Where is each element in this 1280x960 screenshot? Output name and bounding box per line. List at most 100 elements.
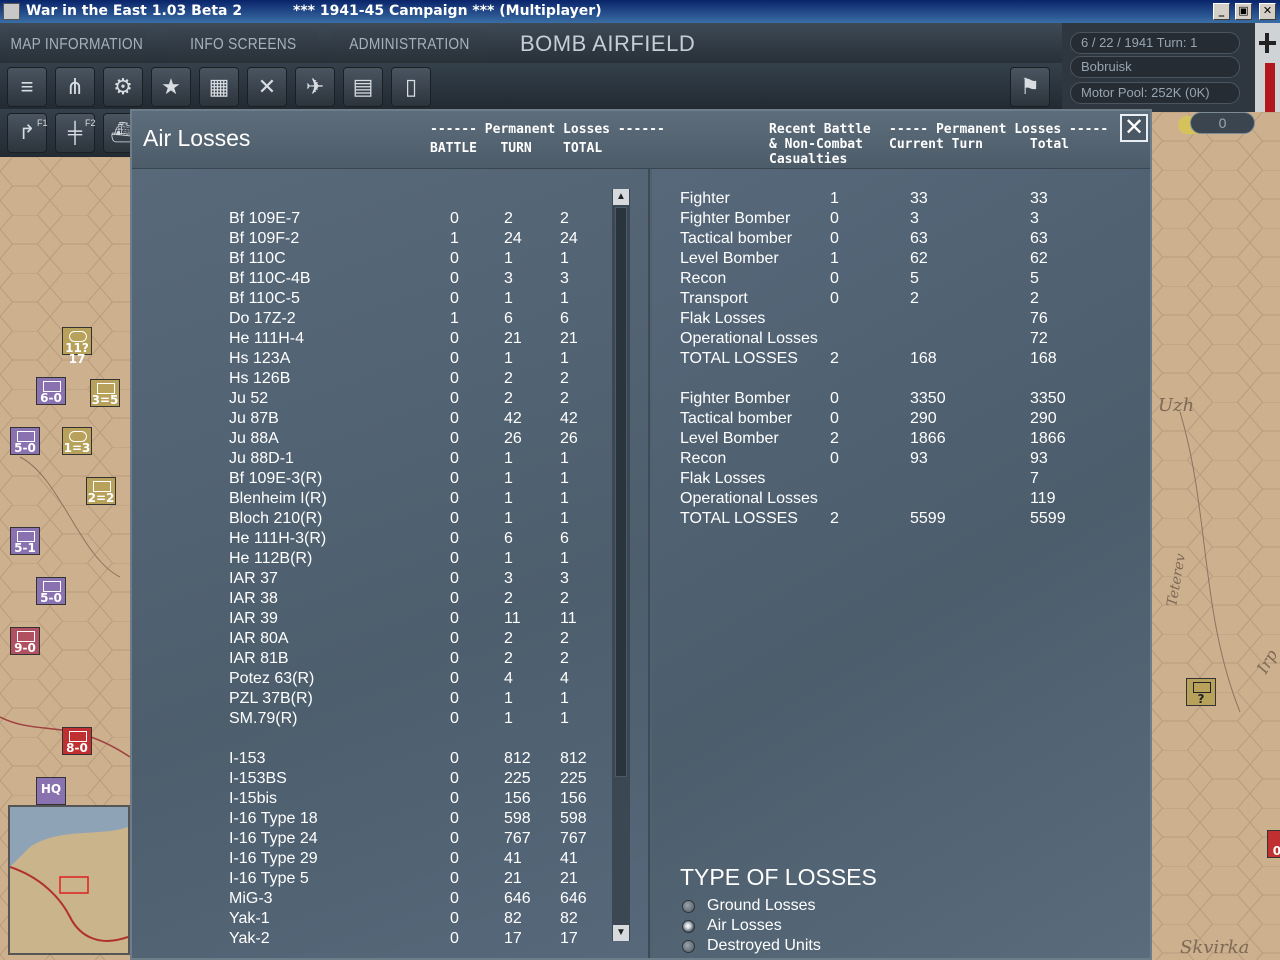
map-unit[interactable]: HQ: [36, 777, 66, 805]
cell-battle: 0: [830, 270, 839, 287]
cell-name: Bloch 210(R): [229, 510, 323, 527]
cell-total: 24: [560, 230, 578, 247]
ground-attack-icon[interactable]: ✕: [247, 67, 287, 107]
cell-name: Ju 88A: [229, 430, 279, 447]
cell-turn: 290: [910, 410, 937, 427]
map-unit[interactable]: 9-0: [10, 627, 40, 655]
cell-total: 1: [560, 250, 569, 267]
map-unit[interactable]: 6-0: [36, 377, 66, 405]
scroll-thumb[interactable]: [615, 207, 627, 777]
map-left[interactable]: 11?17 6-0 3=5 5-0 1=3 2=2 5-1 5-0 9-0 8-…: [0, 157, 130, 960]
aircraft-list-icon[interactable]: ≡: [7, 67, 47, 107]
unit-strength-label: HQ: [40, 782, 62, 796]
cell-turn: 62: [910, 250, 928, 267]
cell-battle: 0: [450, 570, 459, 587]
dialog-close-button[interactable]: ✕: [1120, 114, 1148, 142]
cell-total: 646: [560, 890, 587, 907]
cell-turn: 5599: [910, 510, 946, 527]
action-mode-title: BOMB AIRFIELD: [520, 31, 696, 56]
cell-total: 1: [560, 710, 569, 727]
scrollbar[interactable]: ▲ ▼: [612, 189, 630, 941]
unit-strength-label: 8-0: [66, 741, 88, 755]
scroll-up-button[interactable]: ▲: [613, 189, 629, 205]
cell-total: 3: [560, 570, 569, 587]
report-icon[interactable]: ▤: [343, 67, 383, 107]
window-close-button[interactable]: ✕: [1259, 3, 1276, 20]
cell-total: 4: [560, 670, 569, 687]
cell-turn: 24: [504, 230, 522, 247]
star-icon[interactable]: ★: [151, 67, 191, 107]
radio-button[interactable]: [682, 920, 695, 933]
unit-strength-label: 5-0: [40, 591, 62, 605]
cell-name: Level Bomber: [680, 430, 779, 447]
tab-info-screens[interactable]: INFO SCREENS: [168, 28, 319, 61]
cell-battle: 0: [450, 270, 459, 287]
map-unit[interactable]: 0=: [1267, 830, 1280, 858]
minimap[interactable]: [8, 805, 130, 955]
cell-battle: 0: [450, 770, 459, 787]
cell-name: Tactical bomber: [680, 230, 793, 247]
cell-battle: 0: [450, 490, 459, 507]
cell-battle: 0: [450, 670, 459, 687]
clipboard-icon[interactable]: ▯: [391, 67, 431, 107]
minimize-button[interactable]: _: [1213, 3, 1230, 20]
map-unit[interactable]: 11?17: [62, 327, 92, 365]
cell-total: 6: [560, 310, 569, 327]
map-unit[interactable]: 5-0: [36, 577, 66, 605]
cell-name: PZL 37B(R): [229, 690, 313, 707]
map-unit[interactable]: 1=3: [62, 427, 92, 455]
cell-battle: 0: [830, 290, 839, 307]
cell-name: IAR 80A: [229, 630, 289, 647]
cell-name: Yak-1: [229, 910, 270, 927]
left-column-headers: BATTLE TURN TOTAL: [430, 141, 603, 156]
cell-name: Flak Losses: [680, 310, 766, 327]
bombing-icon[interactable]: ✈: [295, 67, 335, 107]
unit-strength-label: ?: [1197, 692, 1205, 706]
location-field: Bobruisk: [1070, 56, 1240, 78]
cell-turn: 3: [910, 210, 919, 227]
maximize-button[interactable]: ▣: [1235, 3, 1252, 20]
cell-battle: 0: [450, 830, 459, 847]
tab-administration[interactable]: ADMINISTRATION: [332, 28, 487, 61]
cell-turn: 4: [504, 670, 513, 687]
cell-turn: 2: [504, 370, 513, 387]
radio-button[interactable]: [682, 940, 695, 953]
cell-name: Operational Losses: [680, 490, 818, 507]
cell-total: 5599: [1030, 510, 1066, 527]
cell-total: 1: [560, 450, 569, 467]
scroll-down-button[interactable]: ▼: [613, 925, 629, 941]
rail-icon[interactable]: ╪ F2: [55, 113, 96, 153]
airbase-icon[interactable]: ▦: [199, 67, 239, 107]
unit-strength-label: 5-1: [14, 541, 36, 555]
map-unit[interactable]: 5-0: [10, 427, 40, 455]
cell-turn: 1: [504, 490, 513, 507]
cell-battle: 1: [450, 310, 459, 327]
cell-total: 1: [560, 290, 569, 307]
app-title: War in the East 1.03 Beta 2: [26, 3, 243, 19]
cell-total: 2: [560, 370, 569, 387]
flag-icon[interactable]: ⚑: [1010, 67, 1050, 107]
cell-name: IAR 39: [229, 610, 278, 627]
map-unit[interactable]: 2=2: [86, 477, 116, 505]
cell-total: 1: [560, 550, 569, 567]
map-unit[interactable]: ?: [1186, 678, 1216, 706]
loss-summary: Fighter 1 33 33 Fighter Bomber 0 3 3 Tactical bo…: [652, 169, 1150, 958]
cell-turn: 646: [504, 890, 531, 907]
cell-turn: 2: [504, 210, 513, 227]
cell-total: 2: [560, 650, 569, 667]
map-right[interactable]: Uzh Skvirka Irp Teterev ? 0= 0: [1150, 112, 1280, 960]
move-arrow-icon[interactable]: ↱ F1: [7, 113, 48, 153]
tab-map-information[interactable]: MAP INFORMATION: [8, 28, 146, 61]
unit-tree-icon[interactable]: ⋔: [55, 67, 95, 107]
map-unit[interactable]: 8-0: [62, 727, 92, 755]
cell-total: 3350: [1030, 390, 1066, 407]
motor-pool-field: Motor Pool: 252K (0K): [1070, 82, 1240, 104]
gear-icon[interactable]: ⚙: [103, 67, 143, 107]
radio-button[interactable]: [682, 900, 695, 913]
map-unit[interactable]: 5-1: [10, 527, 40, 555]
cell-turn: 1866: [910, 430, 946, 447]
cell-name: I-153: [229, 750, 266, 767]
cell-name: Ju 87B: [229, 410, 279, 427]
cell-total: 41: [560, 850, 578, 867]
map-unit[interactable]: 3=5: [90, 379, 120, 407]
